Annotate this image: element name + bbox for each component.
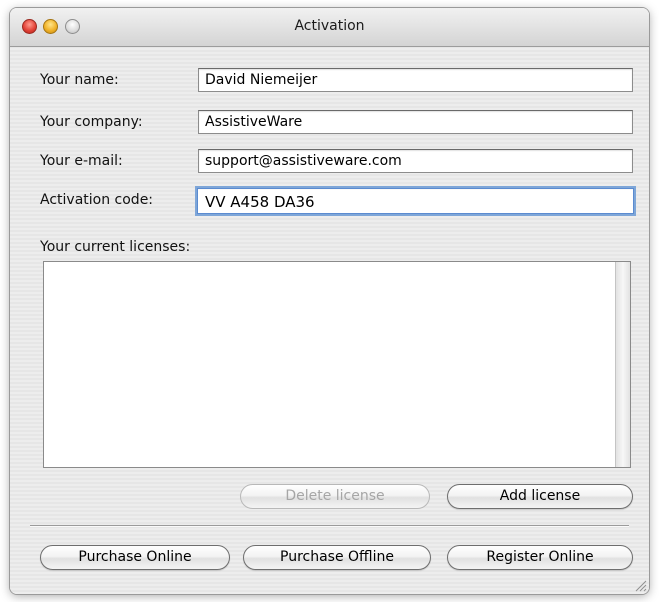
licenses-scrollbar[interactable] bbox=[615, 262, 630, 467]
email-field[interactable]: support@assistiveware.com bbox=[198, 149, 633, 173]
email-label: Your e-mail: bbox=[40, 153, 123, 169]
delete-license-button[interactable]: Delete license bbox=[240, 484, 430, 509]
company-label: Your company: bbox=[40, 114, 143, 130]
activation-code-label: Activation code: bbox=[40, 192, 154, 208]
title-bar[interactable]: Activation bbox=[10, 8, 649, 47]
activation-window: Activation Your name: David Niemeijer Yo… bbox=[10, 8, 649, 594]
separator bbox=[30, 525, 629, 527]
register-online-button[interactable]: Register Online bbox=[447, 545, 633, 570]
purchase-offline-button[interactable]: Purchase Offline bbox=[243, 545, 431, 570]
resize-grip-icon[interactable] bbox=[634, 579, 647, 592]
purchase-online-button[interactable]: Purchase Online bbox=[40, 545, 230, 570]
licenses-list[interactable] bbox=[43, 261, 631, 468]
window-title: Activation bbox=[294, 18, 365, 34]
name-field[interactable]: David Niemeijer bbox=[198, 68, 633, 92]
licenses-label: Your current licenses: bbox=[40, 239, 191, 255]
name-label: Your name: bbox=[40, 72, 119, 88]
activation-code-field[interactable]: VV A458 DA36 bbox=[195, 186, 636, 216]
company-field[interactable]: AssistiveWare bbox=[198, 110, 633, 134]
add-license-button[interactable]: Add license bbox=[447, 484, 633, 509]
